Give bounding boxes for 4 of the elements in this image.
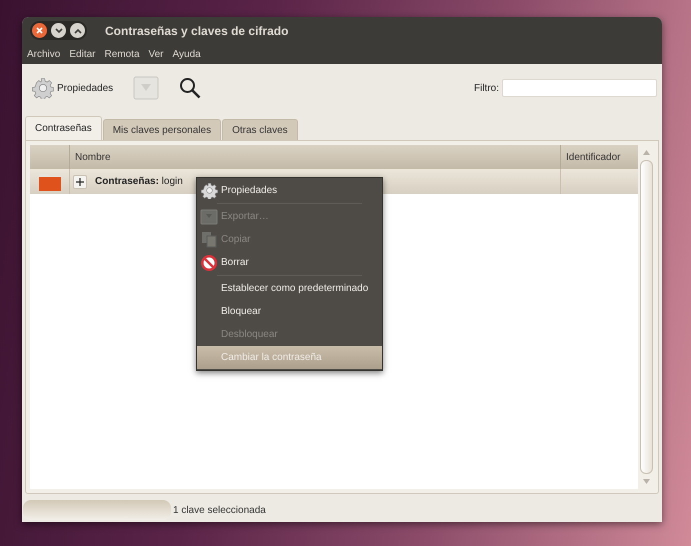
table-cell-text: Contraseñas: login — [95, 175, 183, 189]
filter-label: Filtro: — [474, 82, 499, 96]
window-title: Contraseñas y claves de cifrado — [105, 22, 288, 40]
status-text: 1 clave seleccionada — [173, 504, 266, 518]
